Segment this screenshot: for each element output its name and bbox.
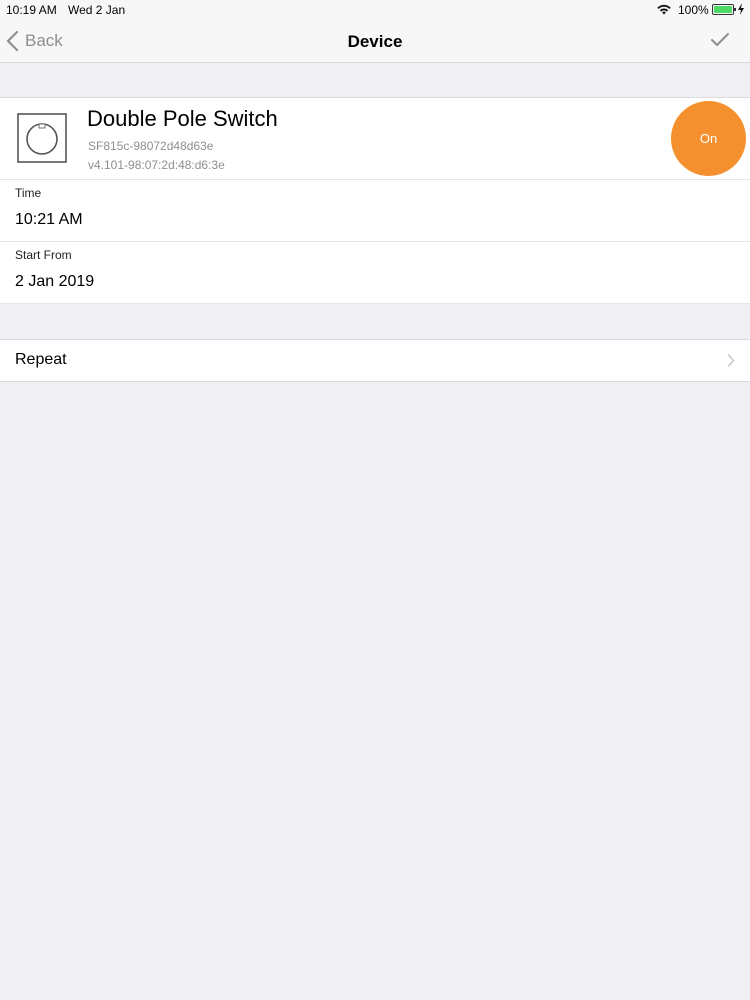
power-toggle-button[interactable]: On bbox=[671, 101, 746, 176]
battery-percent: 100% bbox=[678, 3, 709, 17]
page-title: Device bbox=[347, 32, 403, 51]
device-version: v4.101-98:07:2d:48:d6:3e bbox=[88, 158, 225, 172]
checkmark-icon[interactable] bbox=[710, 32, 730, 48]
repeat-label: Repeat bbox=[15, 351, 67, 368]
status-date: Wed 2 Jan bbox=[68, 3, 126, 17]
time-field[interactable]: Time 10:21 AM bbox=[0, 180, 750, 242]
start-from-field[interactable]: Start From 2 Jan 2019 bbox=[0, 242, 750, 304]
device-id: SF815c-98072d48d63e bbox=[88, 139, 214, 153]
wifi-icon bbox=[657, 4, 671, 15]
status-time: 10:19 AM bbox=[6, 3, 57, 17]
repeat-row[interactable]: Repeat bbox=[0, 339, 750, 382]
device-card: Double Pole Switch SF815c-98072d48d63e v… bbox=[0, 97, 750, 180]
start-from-label: Start From bbox=[15, 248, 72, 262]
status-bar: 10:19 AM Wed 2 Jan 100% bbox=[0, 0, 750, 20]
time-value: 10:21 AM bbox=[15, 211, 83, 228]
start-from-value: 2 Jan 2019 bbox=[15, 273, 95, 290]
power-toggle-label: On bbox=[699, 131, 718, 146]
chevron-right-icon bbox=[727, 354, 735, 367]
time-label: Time bbox=[15, 186, 42, 200]
device-name: Double Pole Switch bbox=[87, 106, 278, 131]
power-switch-icon bbox=[17, 113, 67, 163]
charging-bolt-icon bbox=[738, 3, 744, 15]
navigation-bar: Back Device bbox=[0, 20, 750, 63]
battery-icon bbox=[712, 4, 736, 15]
